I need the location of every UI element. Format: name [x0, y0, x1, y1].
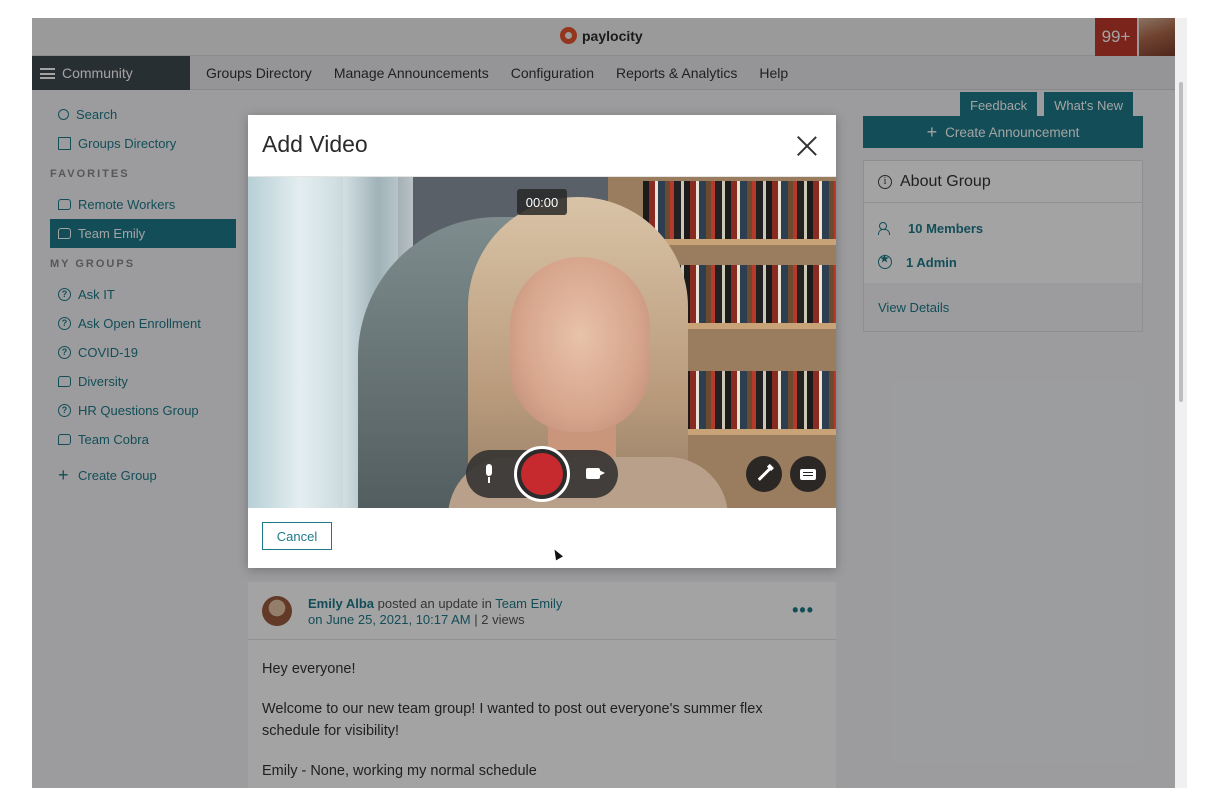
- video-scene-shelf: [643, 239, 836, 245]
- modal-footer: Cancel: [248, 508, 836, 568]
- captions-button[interactable]: [790, 456, 826, 492]
- video-preview: 00:00: [248, 177, 836, 508]
- app-window: paylocity 99+ Community Groups Directory…: [32, 18, 1175, 788]
- recording-controls: [466, 446, 618, 502]
- magic-wand-icon: [757, 467, 771, 481]
- recording-timer: 00:00: [517, 189, 567, 215]
- page-scrollbar[interactable]: [1175, 18, 1187, 788]
- modal-header: Add Video: [248, 115, 836, 177]
- close-icon[interactable]: [796, 135, 818, 157]
- video-scene-books: [643, 181, 836, 239]
- camera-icon[interactable]: [586, 468, 605, 479]
- record-button[interactable]: [514, 446, 570, 502]
- cancel-button[interactable]: Cancel: [262, 522, 332, 550]
- scrollbar-thumb[interactable]: [1179, 82, 1183, 402]
- captions-icon: [800, 468, 816, 480]
- modal-title: Add Video: [262, 131, 368, 157]
- video-scene-person-face: [510, 257, 650, 432]
- add-video-modal: Add Video 00:00 Cancel: [248, 115, 836, 568]
- effects-button[interactable]: [746, 456, 782, 492]
- microphone-icon[interactable]: [482, 464, 496, 484]
